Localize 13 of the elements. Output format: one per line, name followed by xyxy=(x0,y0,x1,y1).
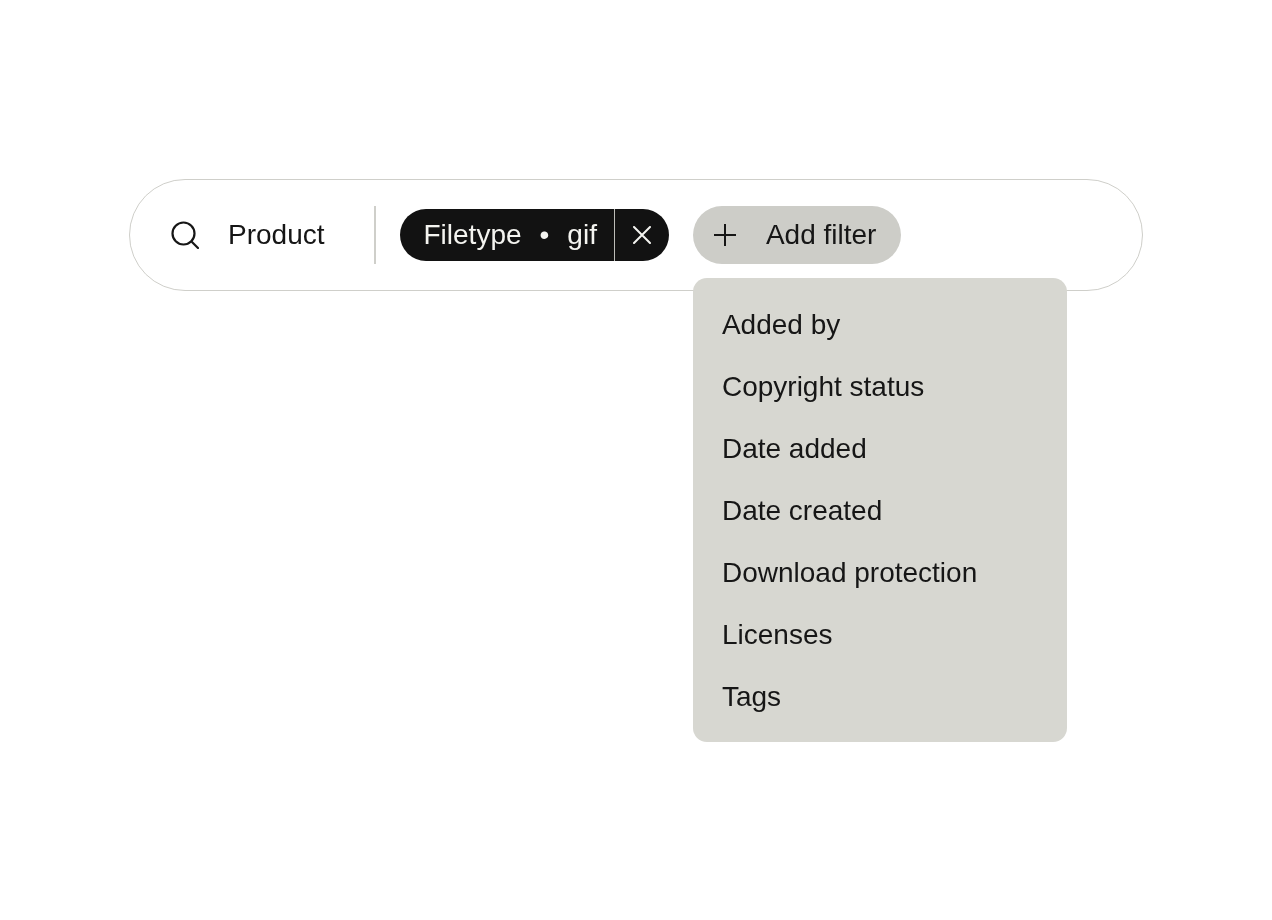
menu-item[interactable]: Copyright status xyxy=(692,356,1067,418)
menu-item[interactable]: Date added xyxy=(692,418,1067,480)
search-icon xyxy=(171,221,199,249)
menu-item[interactable]: Licenses xyxy=(692,604,1067,666)
menu-item[interactable]: Added by xyxy=(692,294,1067,356)
menu-item[interactable]: Download protection xyxy=(692,542,1067,604)
plus-icon xyxy=(713,224,736,246)
close-icon xyxy=(632,226,651,244)
menu-item[interactable]: Tags xyxy=(692,666,1067,728)
search-field[interactable]: Product xyxy=(228,215,348,255)
filter-chip-label[interactable]: Filetype • gif xyxy=(399,209,614,261)
menu-item[interactable]: Date created xyxy=(692,480,1067,542)
add-filter-button[interactable]: Add filter xyxy=(692,206,902,264)
